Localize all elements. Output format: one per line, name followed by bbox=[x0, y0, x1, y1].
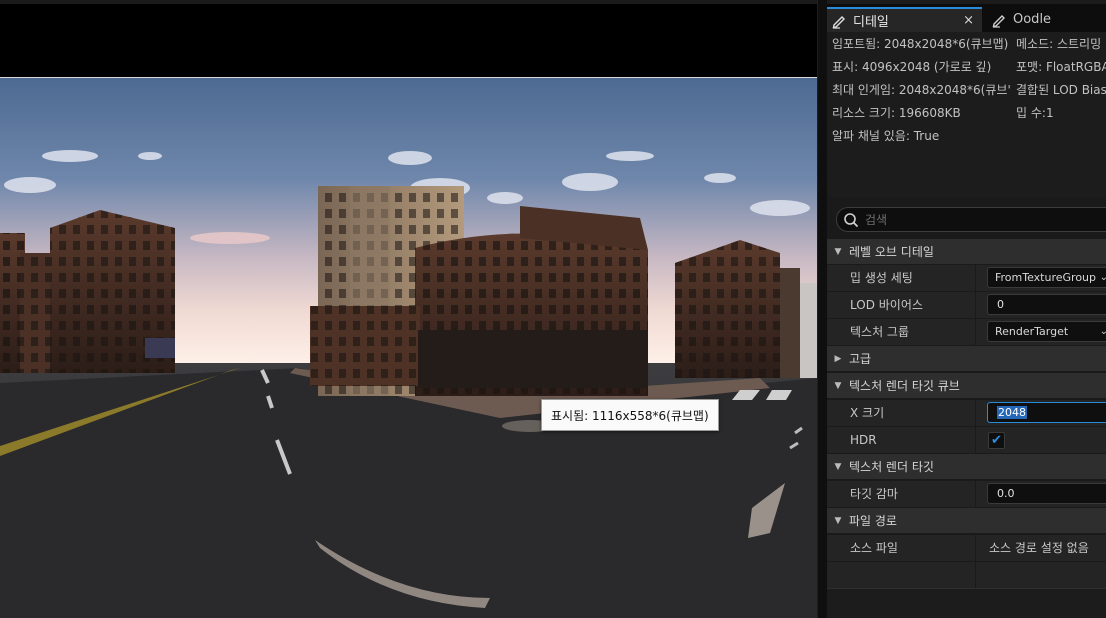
info-imported: 임포트됨: 2048x2048*6(큐브맵) bbox=[832, 37, 1009, 51]
section-render-target-cube[interactable]: ▼ 텍스처 렌더 타깃 큐브 bbox=[827, 372, 1106, 398]
row-source-file: 소스 파일 소스 경로 설정 없음 bbox=[827, 534, 1106, 561]
cubemap-preview[interactable]: 표시됨: 1116x558*6(큐브맵) bbox=[0, 77, 817, 618]
panel-footer bbox=[827, 588, 1106, 618]
chevron-down-icon: ⌄ bbox=[1100, 322, 1106, 341]
row-texture-group: 텍스처 그룹 RenderTarget ⌄ bbox=[827, 318, 1106, 345]
target-gamma-field[interactable]: 0.0 bbox=[987, 483, 1106, 504]
texture-viewport[interactable]: 표시됨: 1116x558*6(큐브맵) bbox=[0, 0, 817, 618]
row-mip-gen-settings: 밉 생성 세팅 FromTextureGroup ⌄ bbox=[827, 264, 1106, 291]
row-size-x: X 크기 2048 bbox=[827, 399, 1106, 426]
property-label: 밉 생성 세팅 bbox=[850, 271, 913, 285]
info-format: 포맷: FloatRGBA bbox=[1016, 60, 1106, 74]
dropdown-value: RenderTarget bbox=[995, 325, 1069, 338]
info-alpha-channel: 알파 채널 있음: True bbox=[832, 129, 940, 143]
property-label: 소스 파일 bbox=[850, 541, 898, 555]
row-hdr: HDR ✔ bbox=[827, 426, 1106, 453]
section-advanced[interactable]: ▶ 고급 bbox=[827, 345, 1106, 371]
chevron-down-icon: ⌄ bbox=[1100, 268, 1106, 287]
pencil-icon bbox=[831, 13, 847, 29]
section-level-of-detail[interactable]: ▼ 레벨 오브 디테일 bbox=[827, 238, 1106, 264]
triangle-right-icon: ▶ bbox=[834, 353, 842, 364]
section-title: 텍스처 렌더 타깃 bbox=[849, 460, 934, 474]
pencil-icon bbox=[991, 12, 1007, 28]
row-lod-bias: LOD 바이어스 0 bbox=[827, 291, 1106, 318]
street-panorama-image bbox=[0, 78, 817, 618]
mip-gen-dropdown[interactable]: FromTextureGroup ⌄ bbox=[987, 267, 1106, 288]
info-mip-count: 밉 수:1 bbox=[1016, 106, 1054, 120]
tab-oodle[interactable]: Oodle bbox=[987, 7, 1106, 32]
search-box[interactable] bbox=[836, 207, 1106, 232]
info-resource-size: 리소스 크기: 196608KB bbox=[832, 106, 961, 120]
size-tooltip: 표시됨: 1116x558*6(큐브맵) bbox=[541, 399, 719, 431]
section-title: 고급 bbox=[849, 352, 872, 366]
section-file-path[interactable]: ▼ 파일 경로 bbox=[827, 507, 1106, 533]
texture-info: 임포트됨: 2048x2048*6(큐브맵) 표시: 4096x2048 (가로… bbox=[827, 32, 1106, 197]
property-label: 텍스처 그룹 bbox=[850, 325, 910, 339]
search-icon bbox=[843, 212, 859, 228]
triangle-down-icon: ▼ bbox=[834, 461, 842, 472]
section-title: 레벨 오브 디테일 bbox=[849, 245, 934, 259]
selected-text: 2048 bbox=[997, 406, 1027, 419]
section-title: 파일 경로 bbox=[849, 514, 897, 528]
lod-bias-field[interactable]: 0 bbox=[987, 294, 1106, 315]
panel-splitter[interactable] bbox=[817, 0, 827, 618]
triangle-down-icon: ▼ bbox=[834, 246, 842, 257]
size-x-field[interactable]: 2048 bbox=[987, 402, 1106, 423]
triangle-down-icon: ▼ bbox=[834, 515, 842, 526]
source-file-value: 소스 경로 설정 없음 bbox=[989, 541, 1089, 555]
tab-details[interactable]: 디테일 × bbox=[827, 7, 982, 32]
search-input[interactable] bbox=[865, 212, 1065, 227]
details-panel: 디테일 × Oodle 임포트됨: 2048x2048*6(큐브맵) 표시: 4… bbox=[827, 0, 1106, 618]
triangle-down-icon: ▼ bbox=[834, 380, 842, 391]
property-label: LOD 바이어스 bbox=[850, 298, 923, 312]
row-target-gamma: 타깃 감마 0.0 bbox=[827, 480, 1106, 507]
property-label: HDR bbox=[850, 433, 877, 447]
section-render-target[interactable]: ▼ 텍스처 렌더 타깃 bbox=[827, 453, 1106, 479]
info-max-ingame: 최대 인게임: 2048x2048*6(큐브' bbox=[832, 83, 1011, 97]
property-label: 타깃 감마 bbox=[850, 487, 898, 501]
property-label: X 크기 bbox=[850, 406, 885, 420]
tab-bar: 디테일 × Oodle bbox=[827, 0, 1106, 32]
info-combined-lod: 결합된 LOD Bias bbox=[1016, 83, 1106, 97]
checkmark-icon: ✔ bbox=[991, 433, 1002, 448]
texture-group-dropdown[interactable]: RenderTarget ⌄ bbox=[987, 321, 1106, 342]
row-empty bbox=[827, 561, 1106, 588]
dropdown-value: FromTextureGroup bbox=[995, 271, 1097, 284]
info-method: 메소드: 스트리밍 bbox=[1016, 37, 1102, 51]
close-icon[interactable]: × bbox=[963, 13, 974, 28]
section-title: 텍스처 렌더 타깃 큐브 bbox=[849, 379, 960, 393]
info-displayed: 표시: 4096x2048 (가로로 깊) bbox=[832, 60, 992, 74]
tab-details-label: 디테일 bbox=[853, 15, 889, 30]
hdr-checkbox[interactable]: ✔ bbox=[988, 432, 1005, 449]
tab-oodle-label: Oodle bbox=[1013, 12, 1052, 27]
